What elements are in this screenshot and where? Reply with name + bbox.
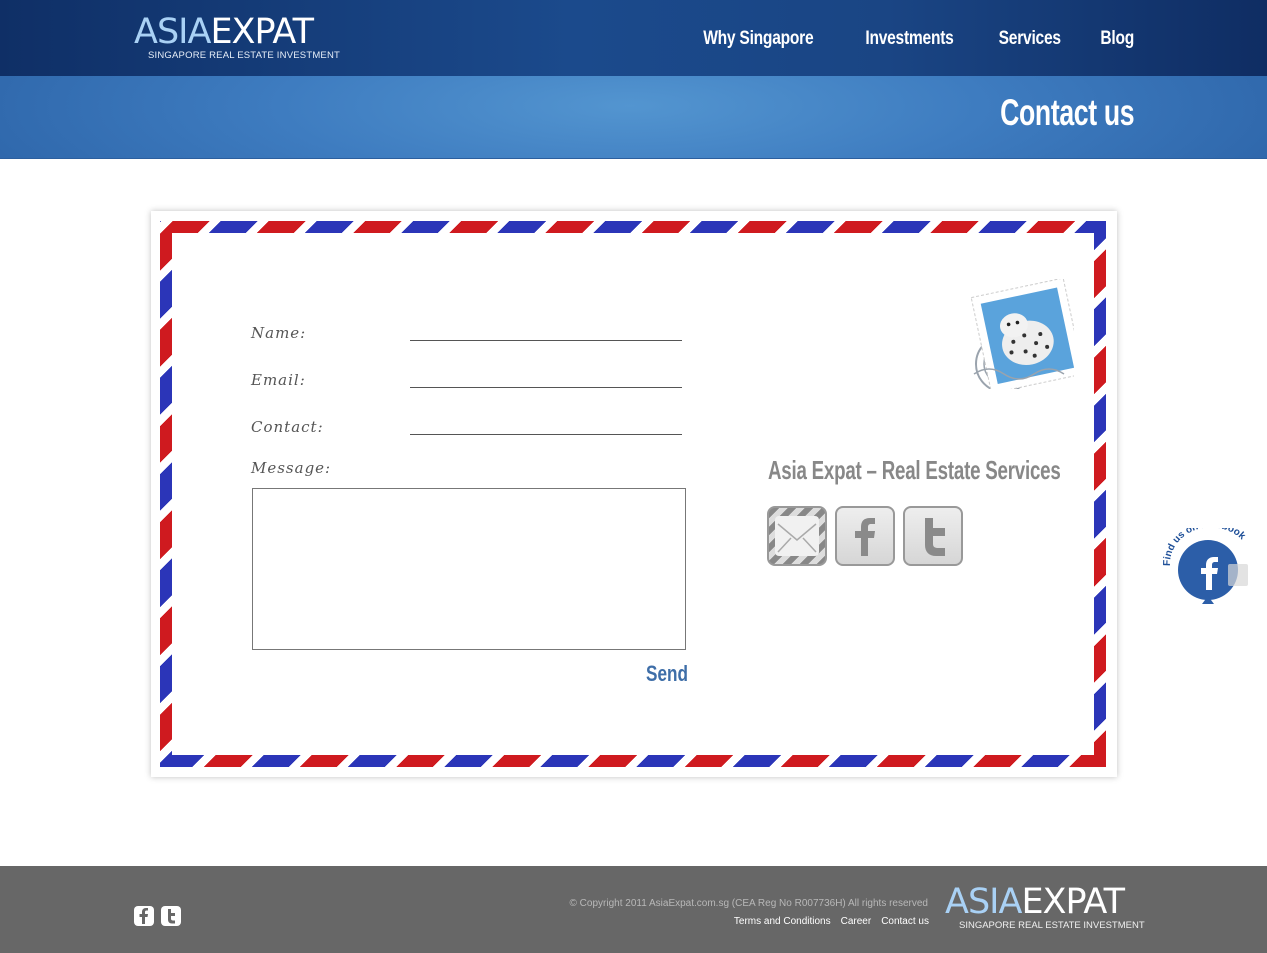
footer-link-contact[interactable]: Contact us: [881, 916, 929, 927]
footer-twitter-button[interactable]: [161, 906, 181, 926]
page-title: Contact us: [999, 92, 1134, 133]
facebook-icon: [855, 518, 875, 556]
top-header: ASIAEXPAT SINGAPORE REAL ESTATE INVESTME…: [0, 0, 1267, 76]
nav-blog[interactable]: Blog: [1100, 28, 1134, 50]
footer: © Copyright 2011 AsiaExpat.com.sg (CEA R…: [0, 866, 1267, 953]
site-logo[interactable]: ASIAEXPAT SINGAPORE REAL ESTATE INVESTME…: [134, 12, 340, 61]
copyright-text: © Copyright 2011 AsiaExpat.com.sg (CEA R…: [569, 898, 928, 909]
main-nav: Why Singapore Investments Services Blog: [679, 28, 1134, 50]
message-label: Message:: [251, 459, 332, 477]
company-name: Asia Expat – Real Estate Services: [768, 455, 1061, 485]
footer-logo-expat: EXPAT: [1021, 882, 1125, 922]
postage-stamp-icon: [970, 279, 1074, 389]
email-button[interactable]: [767, 506, 827, 566]
airmail-border: Name: Email: Contact: Message: Send Asia…: [160, 221, 1106, 767]
footer-facebook-button[interactable]: [134, 906, 154, 926]
twitter-icon: [925, 518, 945, 556]
message-textarea[interactable]: [252, 488, 686, 650]
logo-asia: ASIA: [134, 12, 211, 52]
envelope-paper: Name: Email: Contact: Message: Send Asia…: [172, 233, 1094, 755]
contact-label: Contact:: [251, 418, 324, 436]
send-button[interactable]: Send: [646, 661, 688, 687]
footer-links: Terms and Conditions Career Contact us: [734, 916, 929, 927]
email-field[interactable]: [410, 387, 682, 388]
nav-why-singapore[interactable]: Why Singapore: [703, 28, 813, 50]
name-label: Name:: [251, 324, 307, 342]
contact-envelope: Name: Email: Contact: Message: Send Asia…: [151, 211, 1117, 777]
contact-field[interactable]: [410, 434, 682, 435]
mail-icon: [775, 516, 819, 556]
logo-tagline: SINGAPORE REAL ESTATE INVESTMENT: [148, 50, 341, 61]
name-field[interactable]: [410, 340, 682, 341]
email-label: Email:: [251, 371, 306, 389]
footer-logo-tagline: SINGAPORE REAL ESTATE INVESTMENT: [959, 920, 1145, 931]
twitter-button[interactable]: [903, 506, 963, 566]
logo-expat: EXPAT: [210, 12, 314, 52]
footer-logo-asia: ASIA: [945, 882, 1022, 922]
facebook-button[interactable]: [835, 506, 895, 566]
nav-services[interactable]: Services: [999, 28, 1061, 50]
footer-link-terms[interactable]: Terms and Conditions: [734, 916, 831, 927]
nav-investments[interactable]: Investments: [865, 28, 953, 50]
footer-logo[interactable]: ASIAEXPAT SINGAPORE REAL ESTATE INVESTME…: [945, 882, 1145, 931]
facebook-badge-icon: Find us on facebook: [1162, 519, 1248, 604]
twitter-icon: [168, 909, 175, 924]
page-banner: Contact us: [0, 76, 1267, 159]
footer-link-career[interactable]: Career: [841, 916, 872, 927]
find-us-on-facebook[interactable]: Find us on facebook: [1162, 519, 1257, 608]
facebook-icon: [139, 908, 148, 924]
